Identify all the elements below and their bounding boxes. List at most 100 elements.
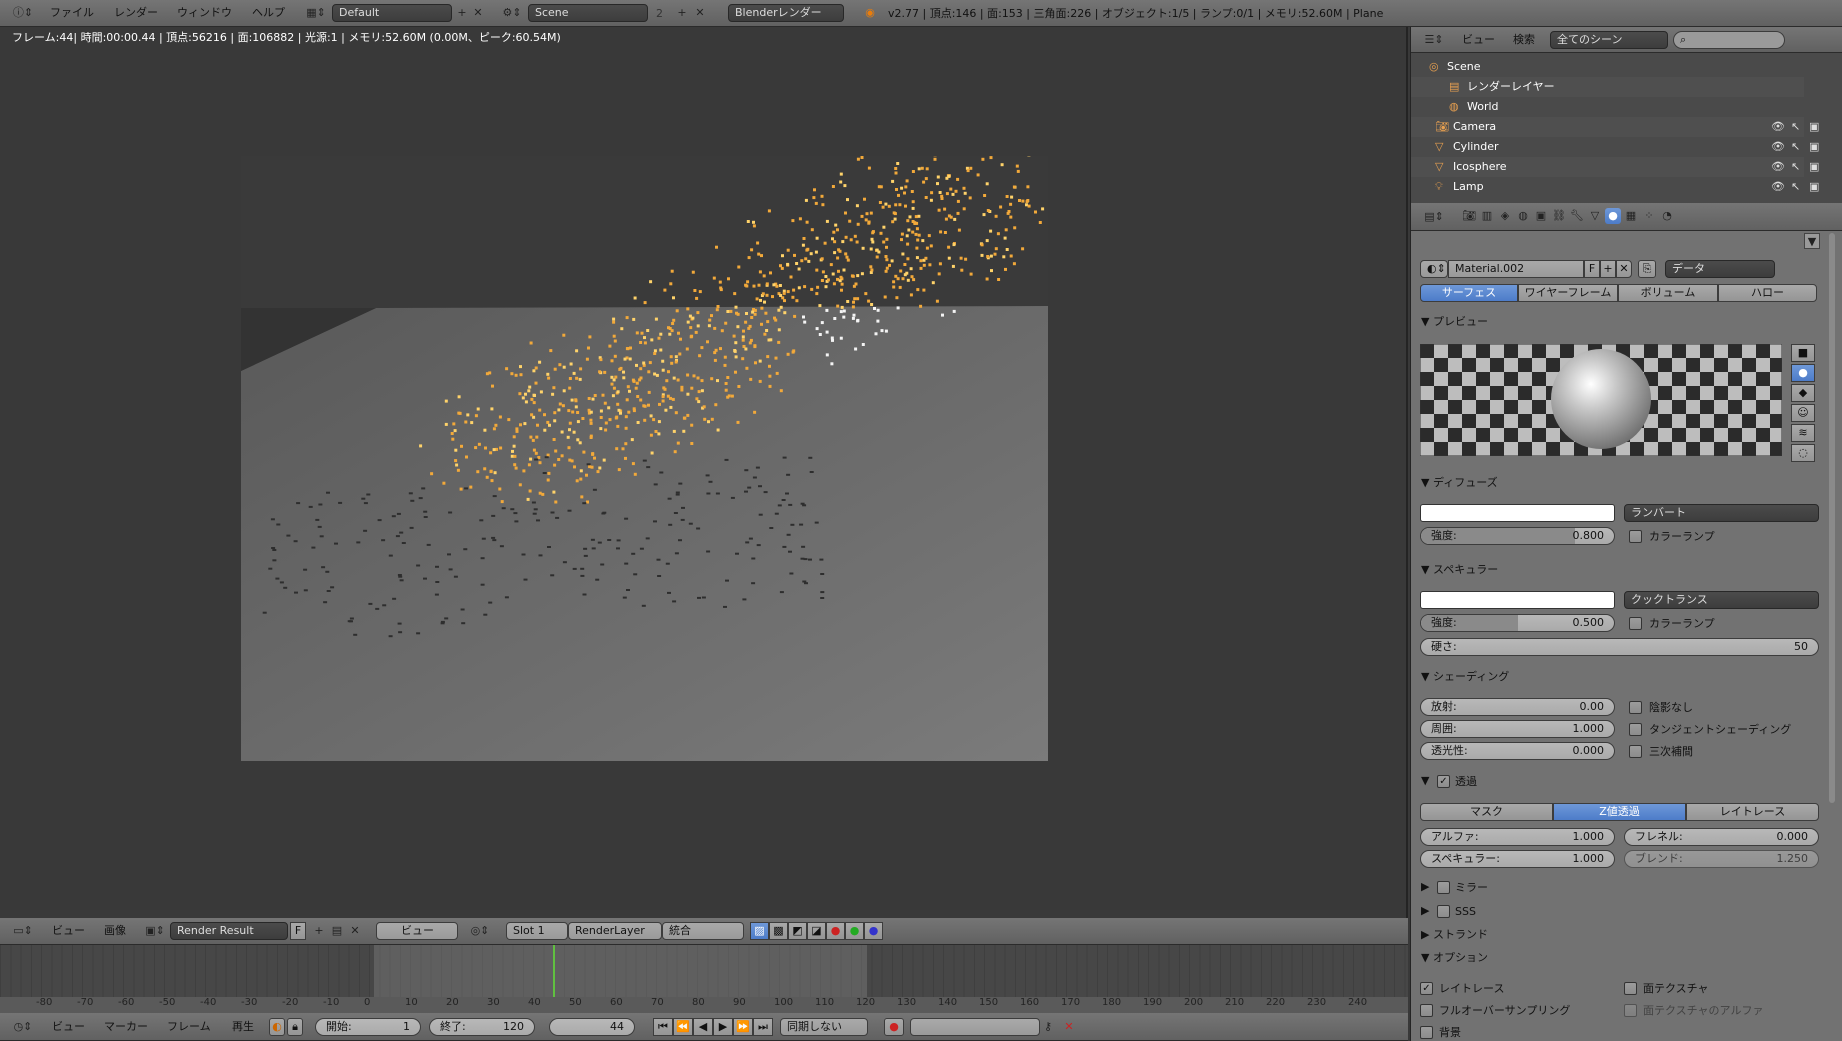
end-frame-field[interactable]: 終了: 120 [429,1018,535,1036]
scene-tab-icon[interactable]: ◈ [1497,208,1513,224]
material-browse[interactable]: ◐⇕ [1420,260,1448,278]
visibility-eye-icon[interactable]: 👁︎ [1771,117,1785,137]
physics-tab-icon[interactable]: ◔ [1659,208,1675,224]
scene-field[interactable]: Scene [528,4,648,22]
image-name-field[interactable]: Render Result [170,922,288,940]
specular-ramp-checkbox[interactable] [1629,617,1642,630]
visibility-eye-icon[interactable]: 👁︎ [1771,157,1785,177]
transparency-ztransp-button[interactable]: Z値透過 [1553,803,1686,821]
auto-keyframe-button[interactable]: ● [884,1018,904,1036]
timeline-menu-marker[interactable]: マーカー [104,1017,148,1037]
unlink-image-icon[interactable]: ✕ [347,923,363,939]
specular-shader-select[interactable]: クックトランス [1624,591,1819,609]
remove-layout-icon[interactable]: ✕ [470,5,486,21]
outliner-row[interactable]: ▽ Cylinder 👁︎ ↖ ▣ [1411,137,1819,157]
properties-type-icon[interactable]: ▤⇕ [1421,209,1447,225]
transparency-specular-field[interactable]: スペキュラー: 1.000 [1420,850,1615,868]
particles-tab-icon[interactable]: ⁘ [1641,208,1657,224]
preview-hair-icon[interactable]: ≋ [1791,424,1815,442]
layers-tab-icon[interactable]: ▥ [1479,208,1495,224]
screen-layout-icon[interactable]: ▦⇕ [302,5,330,21]
info-editor-icon[interactable]: ⓘ⇕ [10,5,36,21]
selectable-cursor-icon[interactable]: ↖ [1791,177,1800,197]
render-pass-select[interactable]: 統合 [662,922,744,940]
fresnel-field[interactable]: フレネル: 0.000 [1624,828,1819,846]
preview-range-button[interactable]: ◐ [269,1018,285,1036]
translucency-field[interactable]: 透光性: 0.000 [1420,742,1615,760]
transparency-raytrace-button[interactable]: レイトレース [1686,803,1819,821]
jump-start-button[interactable]: ⏮ [653,1018,673,1036]
preview-sphere-icon[interactable]: ● [1791,364,1815,382]
properties-scrollbar[interactable] [1829,233,1835,803]
selectable-cursor-icon[interactable]: ↖ [1791,157,1800,177]
visibility-eye-icon[interactable]: 👁︎ [1771,137,1785,157]
outliner-row[interactable]: ◍ World [1411,97,1804,117]
background-checkbox[interactable] [1420,1026,1433,1039]
start-frame-field[interactable]: 開始: 1 [315,1018,421,1036]
preview-panel-header[interactable]: ▼ プレビュー [1411,311,1821,333]
jump-keyframe-forward-button[interactable]: ⏩ [733,1018,753,1036]
channel-green-button[interactable]: ● [845,922,864,940]
renderable-camera-icon[interactable]: ▣ [1809,137,1819,157]
preview-cube-icon[interactable]: ◆ [1791,384,1815,402]
timeline-menu-playback[interactable]: 再生 [232,1017,254,1037]
outliner-display-select[interactable]: 全てのシーン [1550,31,1668,49]
outliner-row[interactable]: ◎ Scene [1411,57,1804,77]
timeline-area[interactable]: -80 -70 -60 -50 -40 -30 -20 -10 0 10 20 30 40 50 60 70 8… [0,945,1408,1013]
raytrace-checkbox[interactable]: ✓ [1420,982,1433,995]
tangent-shading-checkbox[interactable] [1629,723,1642,736]
diffuse-panel-header[interactable]: ▼ ディフューズ [1411,472,1821,494]
jump-end-button[interactable]: ⏭ [753,1018,773,1036]
menu-help[interactable]: ヘルプ [252,3,285,23]
slot-select[interactable]: Slot 1 [506,922,568,940]
keying-set-field[interactable] [910,1018,1040,1036]
play-button[interactable]: ▶ [713,1018,733,1036]
shading-panel-header[interactable]: ▼ シェーディング [1411,666,1821,688]
menu-render[interactable]: レンダー [114,3,158,23]
renderable-camera-icon[interactable]: ▣ [1809,157,1819,177]
screen-layout-field[interactable]: Default [332,4,452,22]
draw-z-button[interactable]: ◪ [807,922,826,940]
data-tab-icon[interactable]: ▽ [1587,208,1603,224]
channel-red-button[interactable]: ● [826,922,845,940]
draw-rgb-alpha-button[interactable]: ▨ [750,922,769,940]
sync-mode-select[interactable]: 同期しない [780,1018,868,1036]
mirror-checkbox[interactable] [1437,881,1450,894]
render-result-canvas[interactable] [241,156,1048,761]
texture-tab-icon[interactable]: ▦ [1623,208,1639,224]
remove-scene-icon[interactable]: ✕ [692,5,708,21]
material-fake-user-button[interactable]: F [1584,260,1600,278]
diffuse-shader-select[interactable]: ランバート [1624,504,1819,522]
insert-keyframe-icon[interactable]: ⚷ [1040,1019,1056,1035]
outliner-menu-view[interactable]: ビュー [1462,30,1495,50]
material-name-field[interactable]: Material.002 [1448,260,1584,278]
hardness-field[interactable]: 硬さ: 50 [1420,638,1819,656]
outliner-row[interactable]: 📷︎ Camera 👁︎ ↖ ▣ [1411,117,1819,137]
face-texture-checkbox[interactable] [1624,982,1637,995]
options-panel-header[interactable]: ▼ オプション [1411,947,1821,969]
render-tab-icon[interactable]: 📷︎ [1461,208,1477,224]
lock-range-button[interactable]: 🔒︎ [287,1018,303,1036]
preview-flat-icon[interactable]: ■ [1791,344,1815,362]
alpha-field[interactable]: アルファ: 1.000 [1420,828,1615,846]
tab-halo[interactable]: ハロー [1718,284,1817,302]
object-tab-icon[interactable]: ▣ [1533,208,1549,224]
outliner-type-icon[interactable]: ☰⇕ [1421,32,1447,48]
render-layer-select[interactable]: RenderLayer [568,922,662,940]
ambient-field[interactable]: 周囲: 1.000 [1420,720,1615,738]
material-copy-button[interactable]: ⎘ [1638,260,1656,278]
add-scene-icon[interactable]: + [674,5,690,21]
play-reverse-button[interactable]: ◀ [693,1018,713,1036]
image-menu-image[interactable]: 画像 [104,921,126,941]
outliner-row[interactable]: ▤ レンダーレイヤー [1411,77,1804,97]
expand-arrow-icon[interactable]: ▼ [1804,233,1820,249]
constraints-tab-icon[interactable]: ⛓︎ [1551,208,1567,224]
modifiers-tab-icon[interactable]: 🔧︎ [1569,208,1585,224]
add-material-button[interactable]: + [1600,260,1616,278]
channel-blue-button[interactable]: ● [864,922,883,940]
image-editor-type-icon[interactable]: ▭⇕ [10,923,36,939]
material-tab-icon[interactable]: ● [1605,208,1621,224]
outliner-search-input[interactable]: ⌕ [1673,31,1785,49]
specular-intensity-slider[interactable]: 強度: 0.500 [1420,614,1615,632]
specular-panel-header[interactable]: ▼ スペキュラー [1411,559,1821,581]
